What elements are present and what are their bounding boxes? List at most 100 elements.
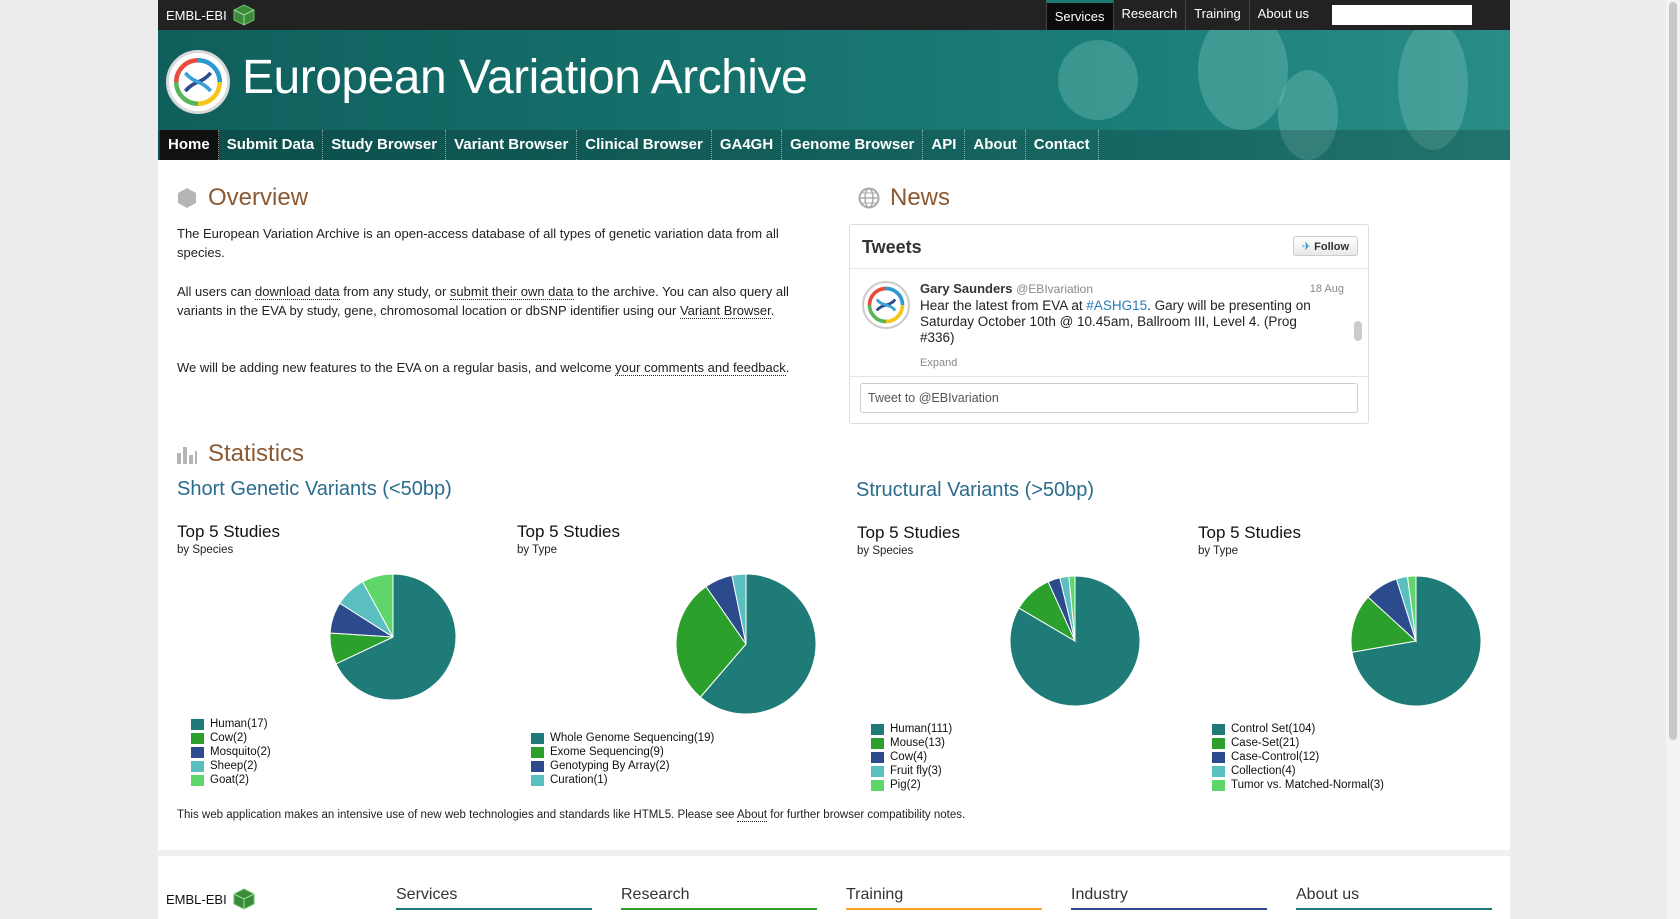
legend-swatch (871, 751, 884, 763)
legend-label: Curation(1) (550, 774, 608, 786)
legend-item[interactable]: Control Set(104) (1212, 722, 1384, 736)
legend-label: Cow(4) (890, 751, 928, 763)
page-scrollbar[interactable] (1666, 0, 1680, 919)
embl-ebi-logo[interactable]: EMBL-EBI (166, 3, 255, 27)
global-search-input[interactable] (1332, 5, 1472, 25)
tweet-item[interactable]: Gary Saunders @EBIvariation 18 Aug Hear … (850, 269, 1368, 377)
global-nav-services[interactable]: Services (1045, 0, 1113, 30)
legend-item[interactable]: Sheep(2) (191, 759, 271, 773)
legend-item[interactable]: Case-Set(21) (1212, 736, 1384, 750)
hexagon-icon (178, 188, 196, 208)
footer-services[interactable]: Services (396, 886, 592, 910)
legend-item[interactable]: Genotyping By Array(2) (531, 759, 714, 773)
legend-swatch (871, 723, 884, 735)
legend-item[interactable]: Exome Sequencing(9) (531, 745, 714, 759)
legend-label: Cow(2) (210, 732, 248, 744)
tweet-handle: @EBIvariation (1016, 282, 1094, 296)
nav-ga4gh[interactable]: GA4GH (712, 130, 783, 160)
legend-swatch (871, 765, 884, 777)
global-header: EMBL-EBI Services Research Training Abou… (158, 0, 1510, 30)
pie-chart[interactable] (328, 572, 458, 702)
global-nav-training[interactable]: Training (1185, 0, 1248, 30)
footer-industry[interactable]: Industry (1071, 886, 1267, 910)
tweet-text: Hear the latest from EVA at #ASHG15. Gar… (920, 298, 1330, 346)
nav-clinical-browser[interactable]: Clinical Browser (577, 130, 712, 160)
download-data-link[interactable]: download data (255, 284, 340, 300)
pie-chart[interactable] (674, 572, 818, 716)
global-nav-research[interactable]: Research (1112, 0, 1186, 30)
legend-swatch (1212, 765, 1225, 777)
legend-label: Control Set(104) (1231, 723, 1316, 735)
legend-item[interactable]: Cow(2) (191, 731, 271, 745)
page: EMBL-EBI Services Research Training Abou… (158, 0, 1510, 919)
tweet-date[interactable]: 18 Aug (1310, 283, 1344, 295)
legend-label: Human(111) (890, 723, 953, 735)
pie-chart[interactable] (1349, 574, 1483, 708)
legend-swatch (531, 774, 544, 786)
follow-button[interactable]: ✈ Follow (1292, 236, 1358, 256)
legend-item[interactable]: Case-Control(12) (1212, 750, 1384, 764)
footer-research[interactable]: Research (621, 886, 817, 910)
chart-legend: Human(17) Cow(2) Mosquito(2) Sheep(2) Goat(2… (191, 717, 271, 787)
legend-swatch (531, 746, 544, 758)
structural-variants-heading: Structural Variants (>50bp) (856, 479, 1095, 501)
tweets-scrollbar[interactable] (1354, 321, 1362, 341)
legend-label: Mouse(13) (890, 737, 945, 749)
legend-swatch (191, 746, 204, 758)
nav-contact[interactable]: Contact (1026, 130, 1099, 160)
nav-submit-data[interactable]: Submit Data (219, 130, 324, 160)
short-variants-heading: Short Genetic Variants (<50bp) (177, 478, 452, 500)
tweet-author[interactable]: Gary Saunders @EBIvariation (920, 281, 1093, 296)
legend-item[interactable]: Curation(1) (531, 773, 714, 787)
legend-item[interactable]: Goat(2) (191, 773, 271, 787)
pie-chart[interactable] (1008, 574, 1142, 708)
avatar[interactable] (862, 281, 910, 329)
legend-label: Human(17) (210, 718, 268, 730)
footer-about-us[interactable]: About us (1296, 886, 1492, 910)
legend-item[interactable]: Human(111) (871, 722, 952, 736)
about-link[interactable]: About (737, 809, 768, 822)
legend-swatch (531, 732, 544, 744)
overview-heading-text: Overview (208, 184, 309, 211)
page-scrollbar-thumb[interactable] (1669, 2, 1677, 740)
footer-training[interactable]: Training (846, 886, 1042, 910)
legend-item[interactable]: Tumor vs. Matched-Normal(3) (1212, 778, 1384, 792)
embl-ebi-cube-icon (233, 888, 255, 910)
tweets-header: Tweets ✈ Follow (850, 225, 1368, 269)
nav-about[interactable]: About (965, 130, 1026, 160)
site-title[interactable]: European Variation Archive (242, 50, 808, 105)
legend-swatch (531, 760, 544, 772)
nav-home[interactable]: Home (160, 130, 219, 160)
tweet-expand-link[interactable]: Expand (920, 357, 957, 369)
legend-item[interactable]: Whole Genome Sequencing(19) (531, 731, 714, 745)
variant-browser-link[interactable]: Variant Browser (679, 303, 771, 319)
overview-paragraph-1: The European Variation Archive is an ope… (177, 226, 779, 260)
footer-embl-ebi-logo[interactable]: EMBL-EBI (166, 888, 255, 910)
legend-item[interactable]: Mouse(13) (871, 736, 952, 750)
embl-ebi-cube-icon (233, 4, 255, 26)
legend-item[interactable]: Collection(4) (1212, 764, 1384, 778)
tweet-to-input[interactable]: Tweet to @EBIvariation (860, 383, 1358, 413)
chart-title: Top 5 Studies (857, 523, 961, 542)
nav-api[interactable]: API (923, 130, 966, 160)
legend-item[interactable]: Mosquito(2) (191, 745, 271, 759)
nav-study-browser[interactable]: Study Browser (323, 130, 447, 160)
hashtag-link[interactable]: #ASHG15 (1086, 298, 1147, 313)
submit-data-link[interactable]: submit their own data (449, 284, 574, 300)
global-nav-about-us[interactable]: About us (1248, 0, 1317, 30)
comments-feedback-link[interactable]: your comments and feedback (615, 360, 786, 376)
chart-legend: Human(111) Mouse(13) Cow(4) Fruit fly(3) Pig… (871, 722, 952, 792)
nav-genome-browser[interactable]: Genome Browser (782, 130, 924, 160)
legend-item[interactable]: Pig(2) (871, 778, 952, 792)
legend-item[interactable]: Human(17) (191, 717, 271, 731)
compatibility-note: This web application makes an intensive … (177, 809, 965, 822)
tweets-title: Tweets (862, 237, 922, 257)
eva-logo-icon[interactable] (166, 50, 230, 114)
legend-item[interactable]: Cow(4) (871, 750, 952, 764)
legend-swatch (1212, 723, 1225, 735)
tweet-author-name: Gary Saunders (920, 281, 1013, 296)
nav-variant-browser[interactable]: Variant Browser (446, 130, 578, 160)
legend-item[interactable]: Fruit fly(3) (871, 764, 952, 778)
legend-swatch (191, 732, 204, 744)
legend-swatch (191, 760, 204, 772)
